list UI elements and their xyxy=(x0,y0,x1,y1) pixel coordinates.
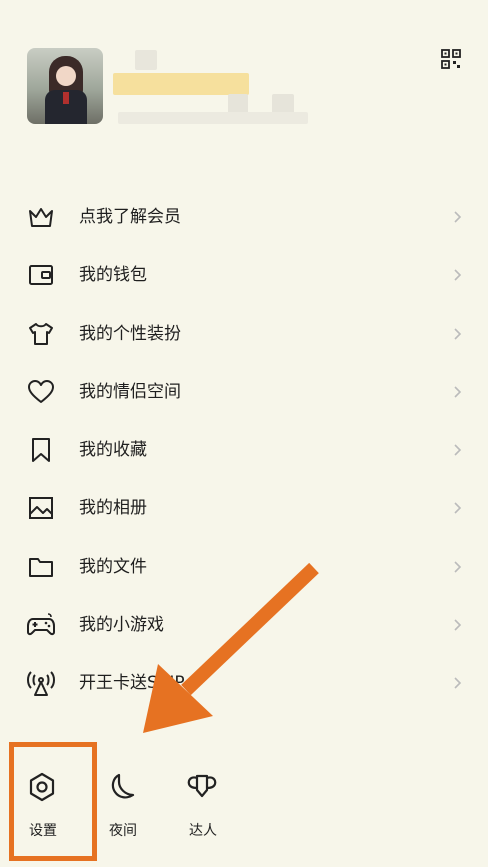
pointer-arrow xyxy=(143,562,319,733)
